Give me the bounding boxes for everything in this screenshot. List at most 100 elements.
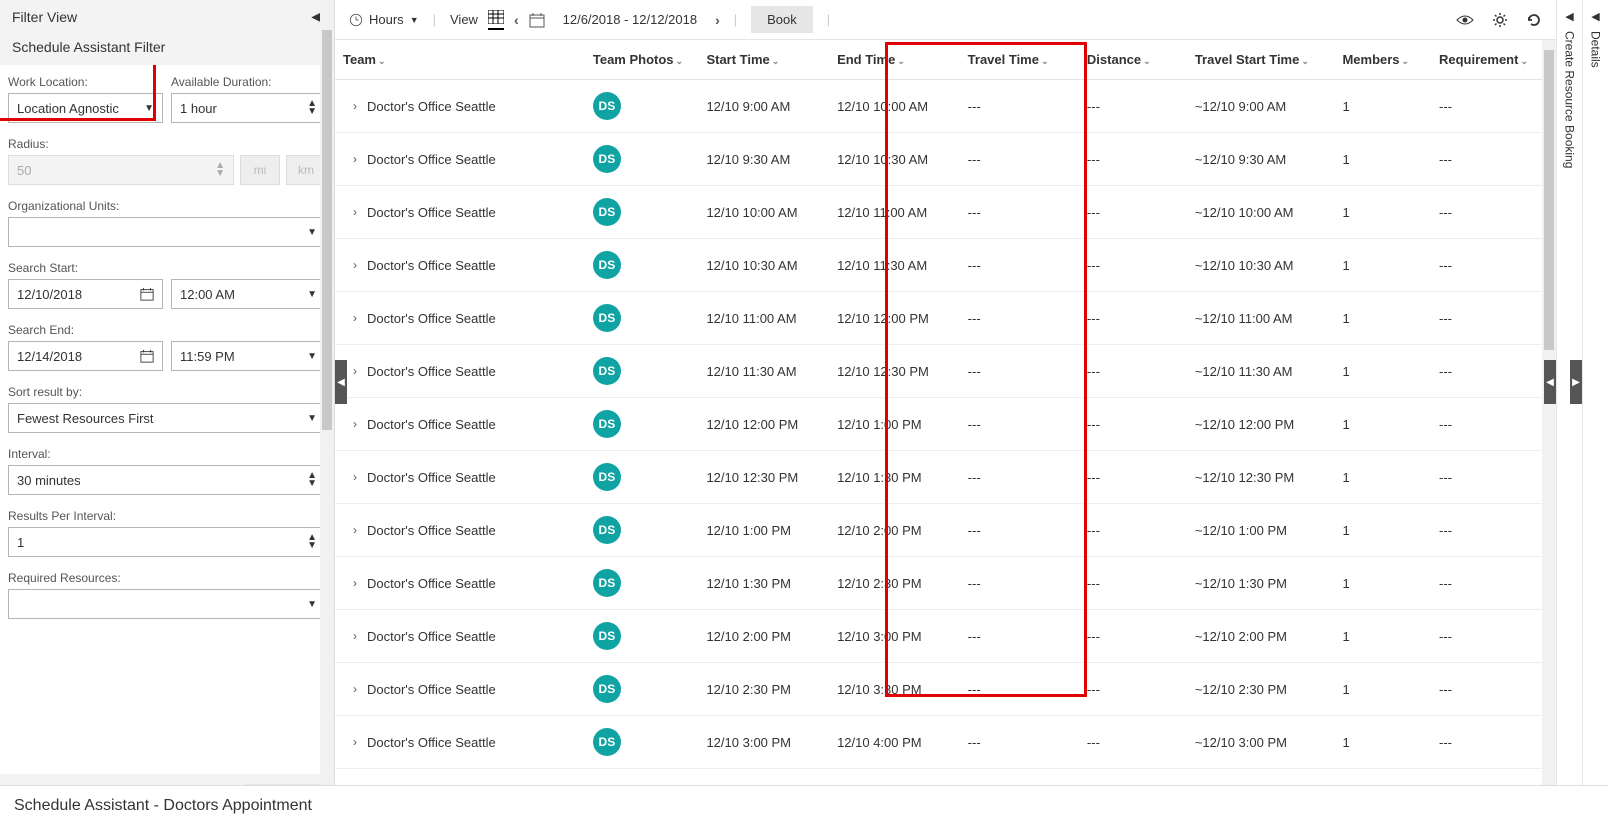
table-row[interactable]: ›Doctor's Office SeattleDS12/10 10:30 AM…	[335, 239, 1556, 292]
cell-travel-start: ~12/10 1:30 PM	[1187, 557, 1335, 610]
cell-end: 12/10 3:30 PM	[829, 663, 960, 716]
cell-end: 12/10 12:00 PM	[829, 292, 960, 345]
chevron-right-icon[interactable]: ›	[353, 470, 357, 484]
cell-requirement: ---	[1431, 504, 1556, 557]
avatar: DS	[593, 92, 621, 120]
table-row[interactable]: ›Doctor's Office SeattleDS12/10 9:00 AM1…	[335, 80, 1556, 133]
cell-end: 12/10 1:00 PM	[829, 398, 960, 451]
cell-distance: ---	[1079, 133, 1187, 186]
chevron-right-icon[interactable]: ›	[353, 205, 357, 219]
sort-by-label: Sort result by:	[8, 385, 326, 399]
table-row[interactable]: ›Doctor's Office SeattleDS12/10 3:00 PM1…	[335, 716, 1556, 769]
sort-by-select[interactable]: Fewest Resources First ▼	[8, 403, 326, 433]
cell-requirement: ---	[1431, 292, 1556, 345]
cell-end: 12/10 1:30 PM	[829, 451, 960, 504]
avatar: DS	[593, 410, 621, 438]
cell-distance: ---	[1079, 398, 1187, 451]
chevron-right-icon[interactable]: ›	[353, 258, 357, 272]
chevron-right-icon[interactable]: ›	[353, 417, 357, 431]
cell-end: 12/10 2:30 PM	[829, 557, 960, 610]
table-row[interactable]: ›Doctor's Office SeattleDS12/10 12:00 PM…	[335, 398, 1556, 451]
cell-members: 1	[1334, 345, 1431, 398]
panel-collapse-handle-left[interactable]: ◀	[335, 360, 347, 404]
chevron-right-icon[interactable]: ›	[353, 311, 357, 325]
table-row[interactable]: ›Doctor's Office SeattleDS12/10 1:00 PM1…	[335, 504, 1556, 557]
panel-collapse-handle-right-1[interactable]: ◀	[1544, 360, 1556, 404]
grid-view-icon[interactable]	[488, 10, 504, 30]
table-row[interactable]: ›Doctor's Office SeattleDS12/10 2:00 PM1…	[335, 610, 1556, 663]
table-row[interactable]: ›Doctor's Office SeattleDS12/10 12:30 PM…	[335, 451, 1556, 504]
team-name: Doctor's Office Seattle	[367, 470, 496, 485]
rail-create-booking[interactable]: ◀ Create Resource Booking	[1556, 0, 1582, 825]
cell-requirement: ---	[1431, 80, 1556, 133]
col-team[interactable]: Team⌄	[335, 40, 585, 80]
col-travel[interactable]: Travel Time⌄	[960, 40, 1079, 80]
left-scrollbar[interactable]	[320, 0, 334, 785]
prev-icon[interactable]: ‹	[514, 12, 519, 28]
spinner-icon: ▲▼	[307, 100, 317, 116]
search-start-time[interactable]: 12:00 AM ▼	[171, 279, 326, 309]
main-scrollbar[interactable]	[1542, 40, 1556, 789]
required-resources-select[interactable]: ▼	[8, 589, 326, 619]
chevron-right-icon[interactable]: ›	[353, 682, 357, 696]
book-button[interactable]: Book	[751, 6, 813, 33]
cell-requirement: ---	[1431, 239, 1556, 292]
chevron-right-icon[interactable]: ›	[353, 99, 357, 113]
gear-icon[interactable]	[1492, 12, 1508, 28]
search-end-date[interactable]: 12/14/2018	[8, 341, 163, 371]
hours-dropdown[interactable]: Hours ▼	[349, 12, 419, 27]
col-travel-start[interactable]: Travel Start Time⌄	[1187, 40, 1335, 80]
eye-icon[interactable]	[1456, 13, 1474, 27]
calendar-icon	[140, 287, 154, 301]
table-row[interactable]: ›Doctor's Office SeattleDS12/10 11:00 AM…	[335, 292, 1556, 345]
cell-travel-start: ~12/10 3:00 PM	[1187, 716, 1335, 769]
col-start[interactable]: Start Time⌄	[698, 40, 829, 80]
chevron-right-icon[interactable]: ›	[353, 523, 357, 537]
view-label: View	[450, 12, 478, 27]
results-per-interval-input[interactable]: 1 ▲▼	[8, 527, 326, 557]
cell-travel-start: ~12/10 10:00 AM	[1187, 186, 1335, 239]
cell-members: 1	[1334, 398, 1431, 451]
col-distance[interactable]: Distance⌄	[1079, 40, 1187, 80]
interval-input[interactable]: 30 minutes ▲▼	[8, 465, 326, 495]
chevron-left-icon: ◀	[1565, 10, 1573, 23]
avatar: DS	[593, 357, 621, 385]
col-members[interactable]: Members⌄	[1334, 40, 1431, 80]
caret-down-icon: ▼	[307, 599, 317, 610]
main-area: Hours ▼ | View ‹ 12/6/2018 - 12/12/2018 …	[335, 0, 1556, 825]
col-requirement[interactable]: Requirement⌄	[1431, 40, 1556, 80]
org-units-select[interactable]: ▼	[8, 217, 326, 247]
cell-travel-start: ~12/10 2:30 PM	[1187, 663, 1335, 716]
table-row[interactable]: ›Doctor's Office SeattleDS12/10 11:30 AM…	[335, 345, 1556, 398]
cell-requirement: ---	[1431, 451, 1556, 504]
required-resources-label: Required Resources:	[8, 571, 326, 585]
chevron-right-icon[interactable]: ›	[353, 735, 357, 749]
cell-requirement: ---	[1431, 716, 1556, 769]
caret-down-icon: ▼	[307, 289, 317, 300]
radius-unit-mi: mi	[240, 155, 280, 185]
available-duration-input[interactable]: 1 hour ▲▼	[171, 93, 326, 123]
results-per-interval-label: Results Per Interval:	[8, 509, 326, 523]
search-end-time[interactable]: 11:59 PM ▼	[171, 341, 326, 371]
calendar-icon[interactable]	[529, 12, 545, 28]
rail-details[interactable]: ◀ Details	[1582, 0, 1608, 825]
table-row[interactable]: ›Doctor's Office SeattleDS12/10 2:30 PM1…	[335, 663, 1556, 716]
col-photos[interactable]: Team Photos⌄	[585, 40, 699, 80]
caret-down-icon: ▼	[307, 351, 317, 362]
work-location-select[interactable]: Location Agnostic ▼	[8, 93, 163, 123]
search-start-date[interactable]: 12/10/2018	[8, 279, 163, 309]
chevron-right-icon[interactable]: ›	[353, 576, 357, 590]
table-row[interactable]: ›Doctor's Office SeattleDS12/10 9:30 AM1…	[335, 133, 1556, 186]
table-row[interactable]: ›Doctor's Office SeattleDS12/10 1:30 PM1…	[335, 557, 1556, 610]
refresh-icon[interactable]	[1526, 12, 1542, 28]
col-end[interactable]: End Time⌄	[829, 40, 960, 80]
cell-end: 12/10 11:00 AM	[829, 186, 960, 239]
chevron-right-icon[interactable]: ›	[353, 364, 357, 378]
panel-collapse-handle-right-2[interactable]: ▶	[1570, 360, 1582, 404]
chevron-right-icon[interactable]: ›	[353, 152, 357, 166]
next-icon[interactable]: ›	[715, 12, 720, 28]
cell-end: 12/10 11:30 AM	[829, 239, 960, 292]
chevron-right-icon[interactable]: ›	[353, 629, 357, 643]
table-row[interactable]: ›Doctor's Office SeattleDS12/10 10:00 AM…	[335, 186, 1556, 239]
cell-travel: ---	[960, 133, 1079, 186]
